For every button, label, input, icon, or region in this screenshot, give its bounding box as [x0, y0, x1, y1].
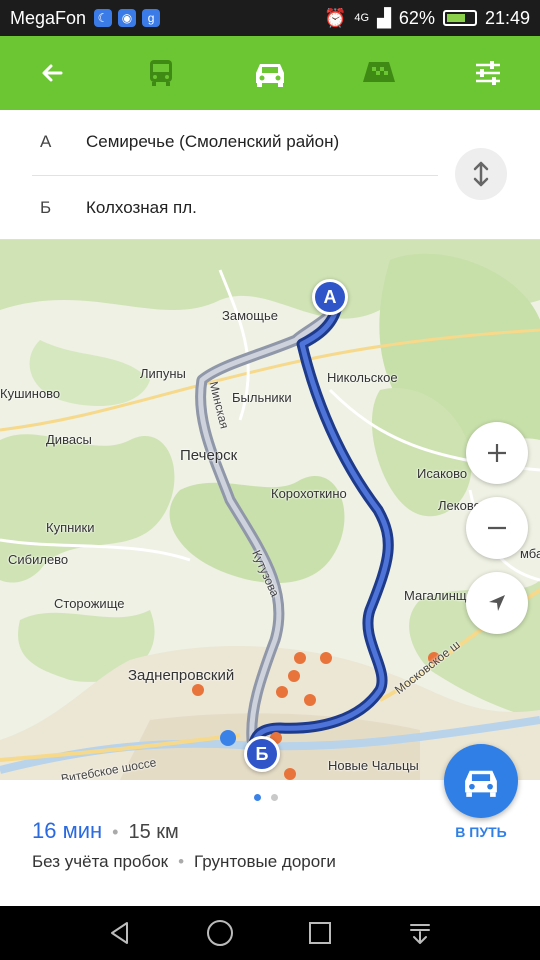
- map-label-zadneprovsky: Заднепровский: [128, 667, 235, 684]
- map-label-pechersk: Печерск: [180, 447, 238, 464]
- location-app-icon: ◉: [118, 9, 137, 27]
- system-home-button[interactable]: [200, 913, 240, 953]
- my-location-button[interactable]: [466, 572, 528, 634]
- map-label-kupniki: Купники: [46, 520, 95, 535]
- mode-taxi-button[interactable]: [355, 49, 403, 97]
- note-no-traffic: Без учёта пробок: [32, 852, 169, 871]
- map-label-nikolskoe: Никольское: [327, 370, 398, 385]
- bus-icon: [150, 60, 172, 86]
- map-label-lipuny: Липуны: [140, 366, 186, 381]
- route-end-pin[interactable]: Б: [244, 736, 280, 772]
- plus-icon: [488, 444, 506, 462]
- route-points-card: А Семиречье (Смоленский район) Б Колхозн…: [0, 110, 540, 240]
- route-variants-pager[interactable]: [254, 794, 278, 801]
- pull-down-icon: [410, 924, 430, 944]
- system-notifications-button[interactable]: [400, 913, 440, 953]
- zoom-in-button[interactable]: [466, 422, 528, 484]
- route-notes: Без учёта пробок • Грунтовые дороги: [32, 852, 336, 872]
- swap-vertical-icon: [473, 161, 489, 187]
- system-back-button[interactable]: [100, 913, 140, 953]
- notes-separator: •: [178, 852, 185, 871]
- google-app-icon: g: [142, 9, 161, 27]
- map-label-sibilevo: Сибилево: [8, 552, 69, 567]
- car-icon: [256, 64, 284, 87]
- triangle-back-icon: [111, 922, 128, 944]
- map-label-kushinovo: Кушиново: [0, 386, 61, 401]
- back-arrow-icon: [42, 64, 63, 82]
- circle-home-icon: [207, 920, 233, 946]
- to-place: Колхозная пл.: [86, 198, 197, 217]
- alarm-icon: ⏰: [323, 7, 347, 28]
- route-to-row[interactable]: Б Колхозная пл.: [0, 176, 440, 240]
- car-icon: [465, 770, 497, 797]
- battery-icon: [442, 10, 477, 26]
- battery-percent: 62%: [398, 7, 435, 28]
- swap-points-button[interactable]: [455, 148, 507, 200]
- pager-dot-1[interactable]: [254, 794, 261, 801]
- summary-separator: •: [112, 822, 119, 842]
- status-bar: MegaFon ☾ ◉ g ⏰ 4G ▟ 62% 21:49: [0, 0, 540, 36]
- signal-icon: ▟: [377, 7, 391, 28]
- mode-bus-button[interactable]: [137, 49, 185, 97]
- mode-car-button[interactable]: [246, 49, 294, 97]
- zoom-out-button[interactable]: [466, 497, 528, 559]
- start-navigation-label[interactable]: В ПУТЬ: [440, 824, 522, 840]
- map-label-isakovo: Исаково: [417, 466, 468, 481]
- to-marker: Б: [40, 198, 52, 217]
- map-label-novoltsy: Новые Чальцы: [328, 758, 419, 773]
- network-type: 4G: [354, 12, 370, 24]
- route-from-row[interactable]: А Семиречье (Смоленский район): [0, 110, 440, 174]
- carrier-name: MegaFon: [10, 7, 87, 28]
- map-label-korokhotkino: Корохоткино: [271, 486, 347, 501]
- from-marker: А: [40, 132, 52, 151]
- map-label-divasy: Дивасы: [46, 432, 92, 447]
- taxi-icon: [363, 62, 395, 82]
- from-place: Семиречье (Смоленский район): [86, 132, 340, 151]
- minus-icon: [488, 526, 506, 530]
- route-summary: 16 мин • 15 км: [32, 818, 179, 844]
- navigation-arrow-icon: [489, 595, 505, 611]
- clock: 21:49: [484, 7, 530, 28]
- map-label-mba: мба: [520, 546, 540, 561]
- system-recents-button[interactable]: [300, 913, 340, 953]
- system-navigation-bar: [0, 906, 540, 960]
- square-recents-icon: [309, 922, 331, 944]
- settings-sliders-icon: [476, 61, 500, 85]
- transport-toolbar: [0, 36, 540, 110]
- route-map[interactable]: Замощье Липуны Никольское Кушиново Быльн…: [0, 240, 540, 780]
- back-button[interactable]: [28, 49, 76, 97]
- pager-dot-2[interactable]: [271, 794, 278, 801]
- route-duration: 16 мин: [32, 818, 103, 843]
- map-label-bylniki: Быльники: [232, 390, 292, 405]
- map-label-zamoshche: Замощье: [222, 308, 278, 323]
- start-navigation-button[interactable]: [444, 744, 518, 818]
- note-dirt-roads: Грунтовые дороги: [194, 852, 336, 871]
- route-start-pin[interactable]: А: [312, 279, 348, 315]
- route-distance: 15 км: [128, 821, 179, 843]
- map-label-storozhishche: Сторожище: [54, 596, 125, 611]
- route-settings-button[interactable]: [464, 49, 512, 97]
- moon-app-icon: ☾: [94, 9, 113, 27]
